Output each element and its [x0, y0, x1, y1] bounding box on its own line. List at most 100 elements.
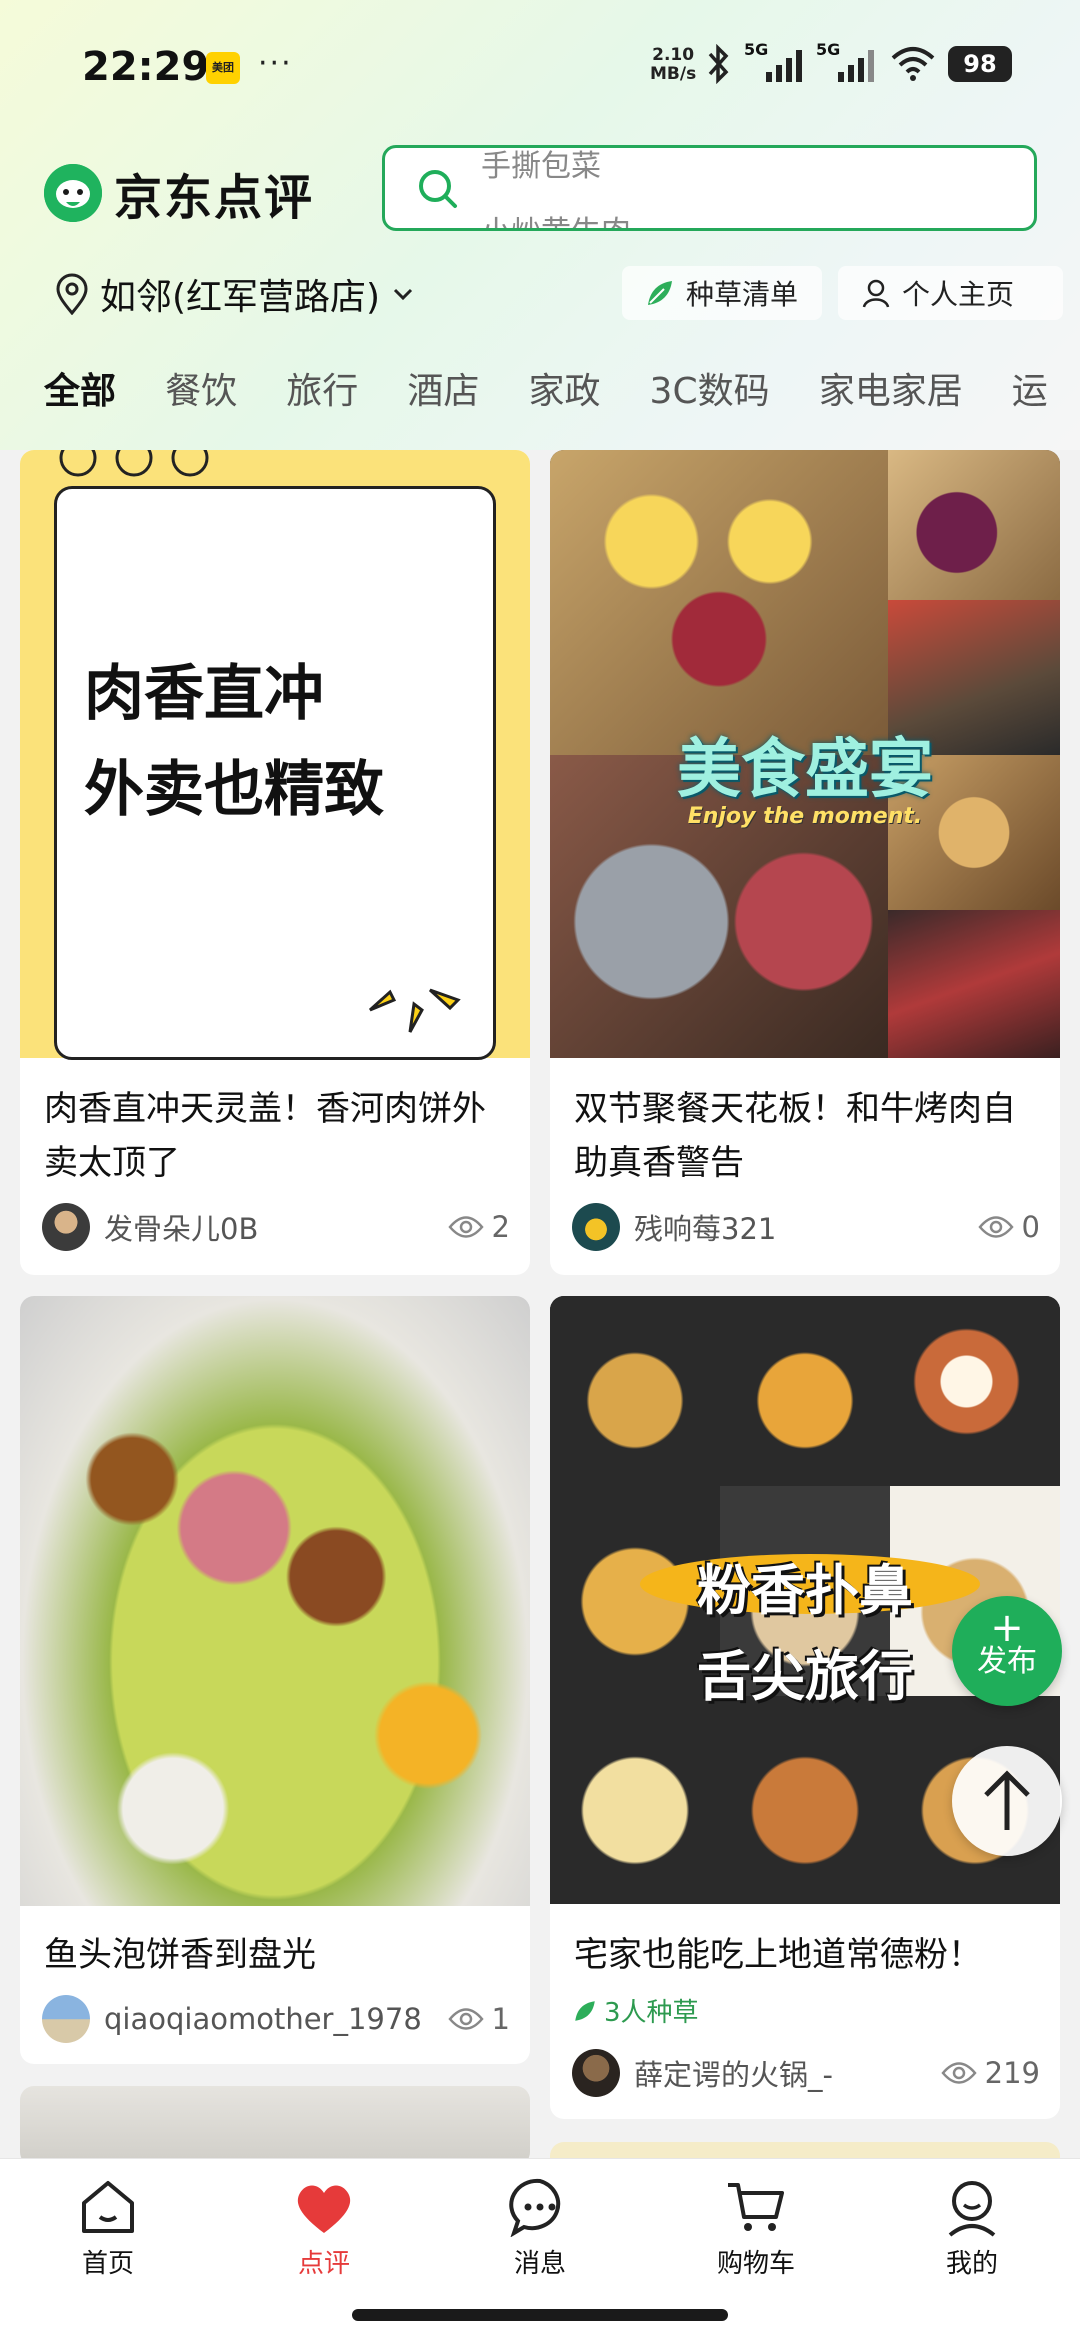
feed-card[interactable]: 鱼头泡饼香到盘光 qiaoqiaomother_1978 1: [20, 1296, 530, 2064]
nav-messages[interactable]: 消息: [480, 2177, 600, 2280]
promo-line-1: 肉香直冲: [84, 659, 324, 729]
plus-icon: +: [990, 1605, 1024, 1651]
author-name[interactable]: 残响莓321: [634, 1206, 978, 1248]
promo-text: 肉香直冲 外卖也精致: [84, 646, 504, 838]
network-speed-value: 2.10: [652, 45, 695, 65]
publish-button[interactable]: + 发布: [952, 1596, 1062, 1706]
signal-bars-icon: [838, 50, 874, 82]
tab-hotel[interactable]: 酒店: [407, 362, 479, 432]
nav-home[interactable]: 首页: [48, 2177, 168, 2280]
network-speed-unit: MB/s: [650, 64, 697, 84]
nav-messages-label: 消息: [513, 2249, 566, 2279]
search-hint-prev: 手撕包菜: [481, 149, 601, 184]
chevron-down-icon: [394, 288, 413, 301]
leaf-icon: [648, 281, 672, 305]
user-icon: [862, 279, 890, 308]
location-label: 如邻(红军营路店): [100, 277, 381, 318]
card-image: 美食盛宴 Enjoy the moment.: [550, 450, 1060, 1058]
bluetooth-icon: [708, 44, 729, 84]
nav-reviews-label: 点评: [297, 2249, 350, 2279]
view-count-value: 0: [1021, 1210, 1040, 1244]
tab-active-underline: [44, 418, 117, 428]
location-pin-icon: [56, 273, 88, 315]
view-count-value: 1: [491, 2002, 510, 2036]
signal-bars-icon: [766, 50, 802, 82]
grass-count-label: 3人种草: [604, 1998, 699, 2028]
leaf-icon: [575, 2000, 595, 2021]
signal-5g-2-label: 5G: [816, 40, 841, 59]
card-title: 肉香直冲天灵盖！香河肉饼外卖太顶了: [44, 1089, 486, 1183]
nav-profile[interactable]: 我的: [912, 2177, 1032, 2280]
view-count: 1: [447, 2002, 510, 2036]
network-speed: 2.10 MB/s: [650, 46, 696, 84]
tab-all-label: 全部: [44, 371, 117, 412]
publish-label: 发布: [977, 1644, 1037, 1679]
author-name[interactable]: 发骨朵儿0B: [104, 1206, 448, 1248]
eye-icon: [447, 2008, 484, 2030]
nav-cart-label: 购物车: [716, 2249, 795, 2279]
sparkle-icon: [368, 988, 461, 1033]
nav-home-label: 首页: [81, 2249, 134, 2279]
card-image: [20, 1296, 530, 1906]
app-logo: 京东点评: [44, 158, 314, 228]
view-count-value: 219: [984, 2056, 1040, 2090]
wifi-icon: [891, 47, 935, 81]
avatar[interactable]: [572, 2049, 620, 2097]
avatar[interactable]: [572, 1203, 620, 1251]
home-indicator: [352, 2309, 728, 2321]
nav-reviews[interactable]: 点评: [264, 2177, 384, 2280]
tab-3c-digital[interactable]: 3C数码: [650, 362, 770, 432]
message-icon: [509, 2178, 561, 2237]
card-image: 肉香直冲 外卖也精致: [20, 450, 530, 1060]
search-input[interactable]: 手撕包菜 小炒黄牛肉: [382, 145, 1037, 231]
logo-mascot-icon: [44, 164, 102, 222]
feed-card[interactable]: 粉香扑鼻 舌尖旅行 宅家也能吃上地道常德粉！ 3人种草 薛定谔的火锅_- 219: [550, 1296, 1060, 2119]
view-count: 219: [941, 2056, 1040, 2090]
card-meta: 发骨朵儿0B 2: [42, 1202, 510, 1252]
tab-housekeeping[interactable]: 家政: [528, 362, 600, 432]
eye-icon: [941, 2062, 977, 2084]
overlay-title: 美食盛宴: [677, 733, 933, 807]
battery-indicator: 98: [948, 46, 1012, 82]
back-to-top-button[interactable]: [952, 1746, 1062, 1856]
tab-travel[interactable]: 旅行: [286, 362, 358, 432]
grass-count: 3人种草: [572, 1992, 699, 2029]
author-name[interactable]: 薛定谔的火锅_-: [634, 2052, 941, 2094]
card-title: 鱼头泡饼香到盘光: [44, 1935, 316, 1975]
signal-5g-1-label: 5G: [744, 40, 769, 59]
card-meta: 残响莓321 0: [572, 1202, 1040, 1252]
tab-food[interactable]: 餐饮: [165, 362, 237, 432]
view-count: 2: [447, 1210, 510, 1244]
status-time: 22:29: [82, 44, 210, 90]
tab-more[interactable]: 运: [1012, 362, 1048, 432]
avatar[interactable]: [42, 1995, 90, 2043]
heart-icon: [297, 2185, 351, 2233]
meituan-notification-icon: 美团: [206, 52, 240, 84]
status-bar: 22:29 美团 ··· 2.10 MB/s 5G 5G 98: [0, 0, 1080, 130]
tab-all[interactable]: 全部: [44, 362, 117, 432]
tab-appliances-home[interactable]: 家电家居: [819, 362, 963, 432]
signal-5g-1: 5G: [744, 40, 804, 84]
card-meta: qiaoqiaomother_1978 1: [42, 1994, 510, 2044]
eye-icon: [447, 1216, 484, 1238]
feed-card-partial[interactable]: [20, 2086, 530, 2166]
card-meta: 薛定谔的火锅_- 219: [572, 2048, 1040, 2098]
avatar[interactable]: [42, 1203, 90, 1251]
cart-icon: [728, 2183, 784, 2231]
category-tabs: 全部 餐饮 旅行 酒店 家政 3C数码 家电家居 运: [44, 362, 1080, 432]
profile-icon: [948, 2181, 996, 2237]
author-name[interactable]: qiaoqiaomother_1978: [104, 2002, 448, 2036]
card-title: 双节聚餐天花板！和牛烤肉自助真香警告: [574, 1089, 1016, 1183]
feed-card[interactable]: 美食盛宴 Enjoy the moment. 双节聚餐天花板！和牛烤肉自助真香警…: [550, 450, 1060, 1275]
location-selector[interactable]: 如邻(红军营路店): [54, 268, 416, 320]
feed-card[interactable]: 肉香直冲 外卖也精致 肉香直冲天灵盖！香河肉饼外卖太顶了 发骨朵儿0B 2: [20, 450, 530, 1275]
card-title: 宅家也能吃上地道常德粉！: [574, 1935, 982, 1975]
grass-list-button[interactable]: 种草清单: [622, 266, 822, 320]
emoji-decoration-icon: [59, 450, 209, 477]
nav-cart[interactable]: 购物车: [696, 2177, 816, 2280]
app-name: 京东点评: [114, 170, 315, 226]
signal-5g-2: 5G: [816, 40, 878, 84]
personal-home-button[interactable]: 个人主页: [838, 266, 1063, 320]
more-notifications-icon: ···: [258, 46, 293, 81]
promo-line-2: 外卖也精致: [84, 755, 384, 825]
